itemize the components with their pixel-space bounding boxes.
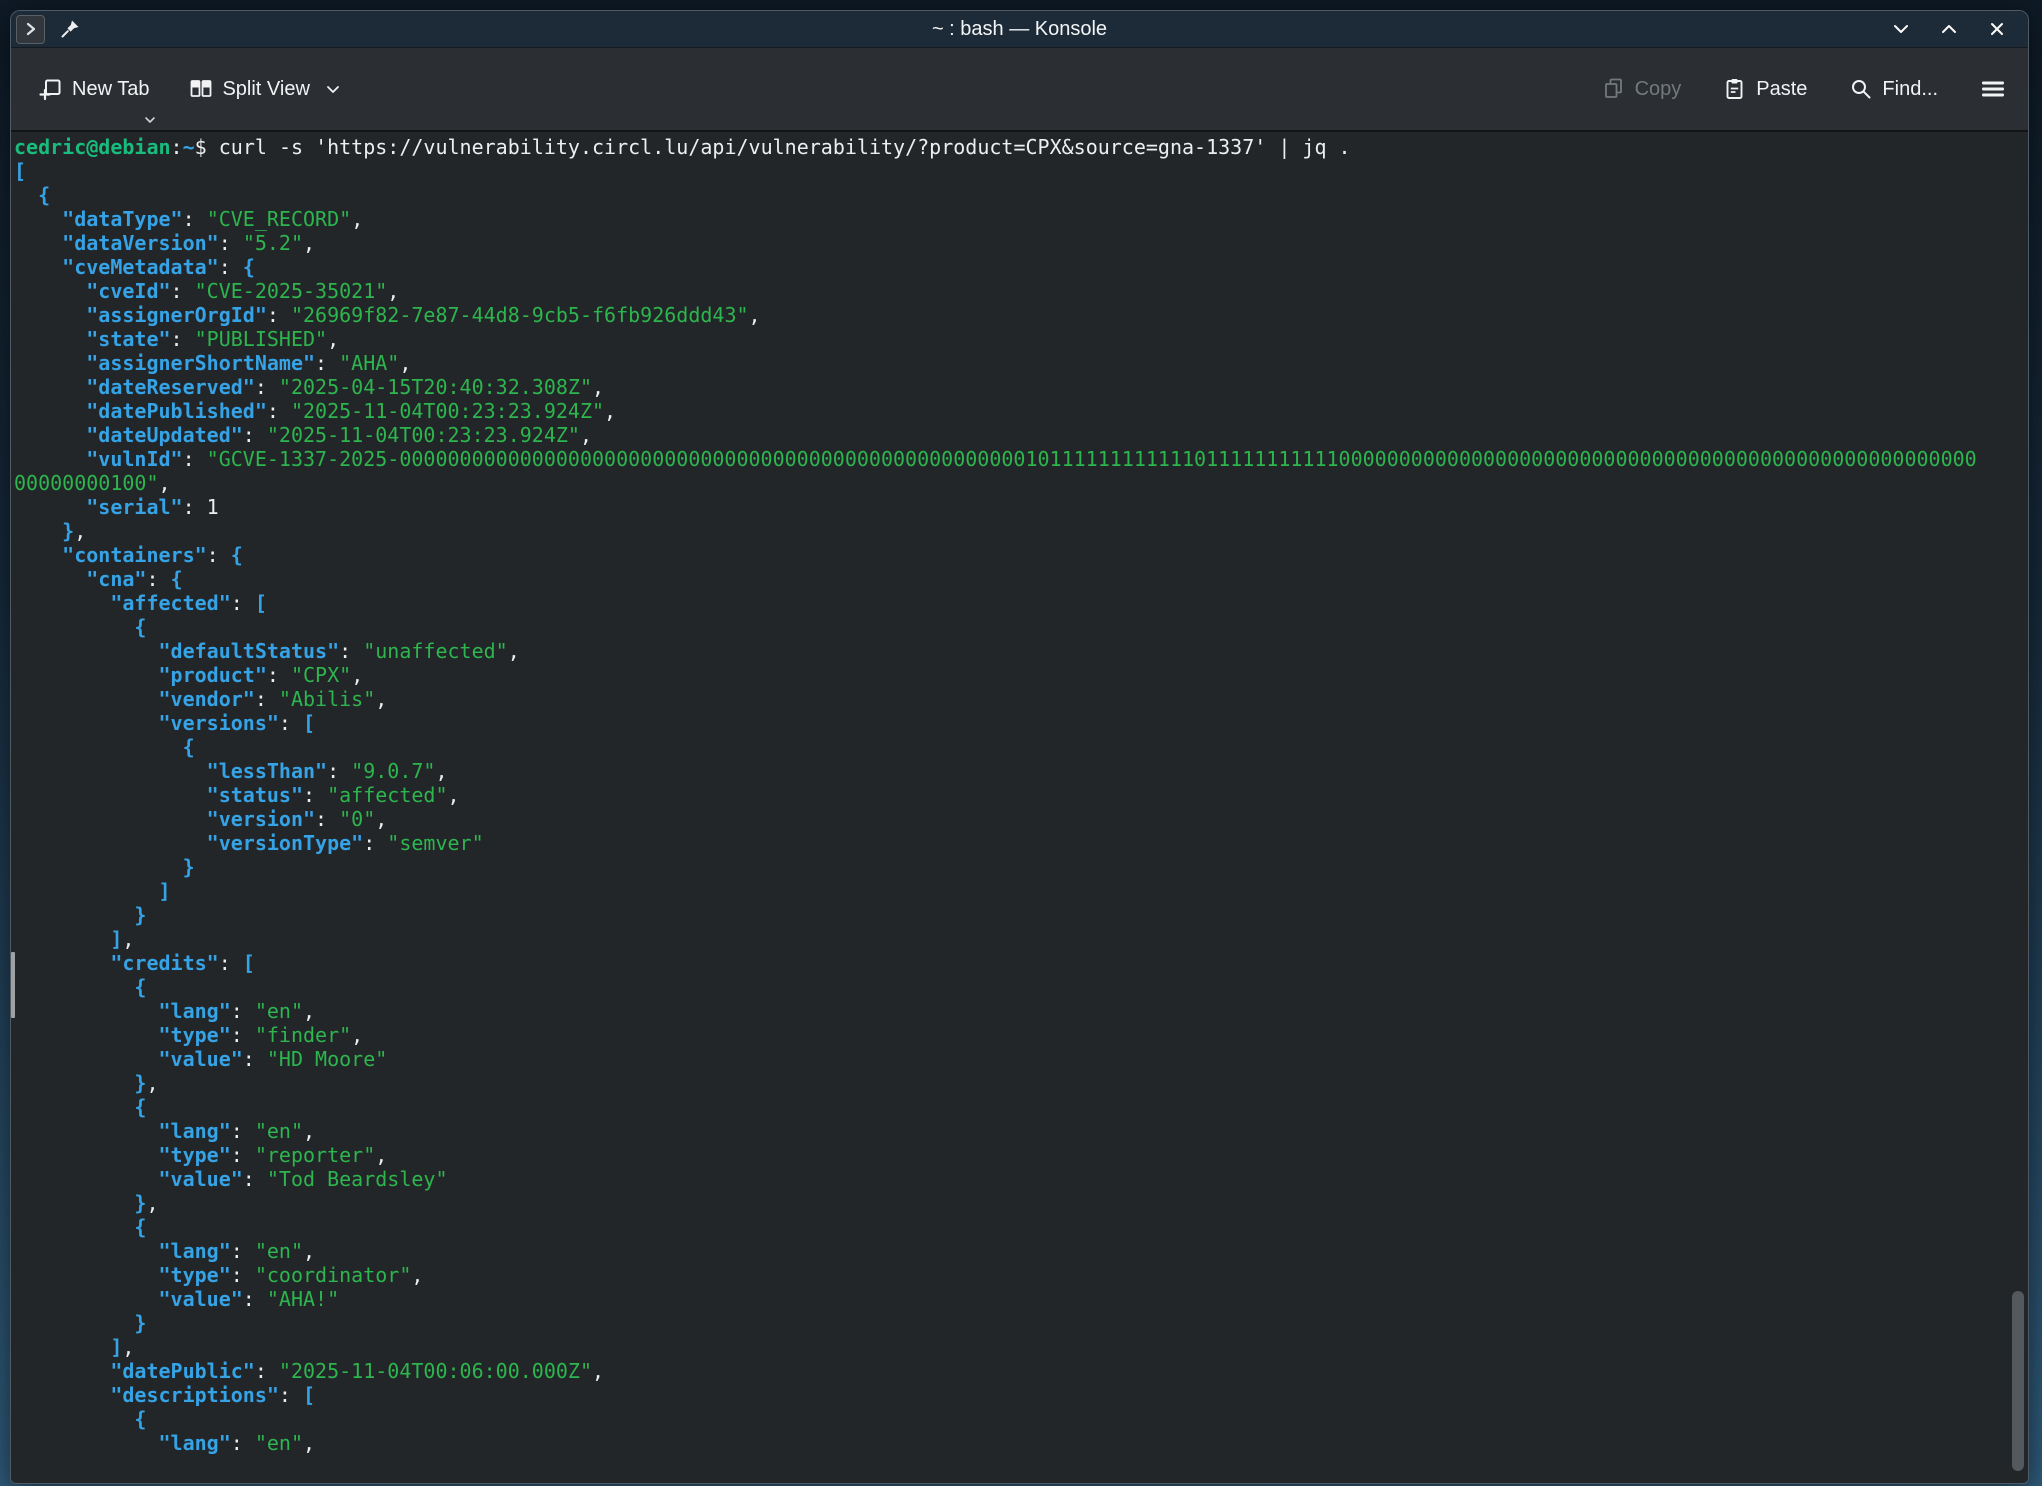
split-view-dropdown-chevron-icon: [325, 81, 341, 97]
terminal-area: cedric@debian:~$ curl -s 'https://vulner…: [11, 132, 2028, 1483]
split-view-icon: [189, 77, 213, 101]
search-icon: [1849, 77, 1873, 101]
prompt-user: cedric@debian: [14, 135, 171, 159]
terminal-output[interactable]: cedric@debian:~$ curl -s 'https://vulner…: [11, 132, 1982, 1455]
prompt-cwd: ~: [183, 135, 195, 159]
hamburger-icon: [1980, 77, 2006, 101]
split-view-label: Split View: [222, 78, 309, 101]
app-menu-button[interactable]: [16, 15, 45, 44]
copy-label: Copy: [1635, 78, 1682, 101]
paste-icon: [1723, 77, 1747, 101]
pushpin-icon: [59, 18, 81, 40]
minimize-button[interactable]: [1890, 18, 1912, 40]
chevron-up-icon: [1939, 19, 1959, 39]
find-button[interactable]: Find...: [1843, 69, 1944, 109]
prompt-separator: :: [171, 135, 183, 159]
chevron-down-icon: [1891, 19, 1911, 39]
command-text: curl -s 'https://vulnerability.circl.lu/…: [219, 135, 1351, 159]
konsole-window: ~ : bash — Konsole: [10, 10, 2029, 1484]
main-toolbar: New Tab Split View: [11, 48, 2028, 132]
left-edge-highlight-marker: [11, 952, 15, 1018]
split-view-button[interactable]: Split View: [183, 69, 346, 109]
new-tab-button[interactable]: New Tab: [33, 69, 155, 109]
maximize-button[interactable]: [1938, 18, 1960, 40]
close-icon: [1987, 19, 2007, 39]
new-tab-dropdown-chevron-icon[interactable]: [143, 114, 157, 126]
prompt-symbol: $: [195, 135, 219, 159]
close-button[interactable]: [1986, 18, 2008, 40]
new-tab-icon: [39, 77, 63, 101]
titlebar: ~ : bash — Konsole: [11, 11, 2028, 48]
paste-button[interactable]: Paste: [1717, 69, 1813, 109]
window-title: ~ : bash — Konsole: [11, 11, 2028, 47]
new-tab-label: New Tab: [72, 78, 149, 101]
toolbar-left-group: New Tab Split View: [11, 69, 347, 109]
terminal-prompt-icon: [22, 20, 40, 38]
window-controls: [1890, 18, 2028, 40]
find-label: Find...: [1882, 78, 1938, 101]
pin-button[interactable]: [57, 16, 83, 42]
copy-button[interactable]: Copy: [1596, 69, 1688, 109]
paste-label: Paste: [1756, 78, 1807, 101]
copy-icon: [1602, 77, 1626, 101]
toolbar-right-group: Copy Paste: [1596, 69, 2028, 109]
scrollbar-handle[interactable]: [2012, 1291, 2024, 1471]
hamburger-menu-button[interactable]: [1974, 69, 2012, 109]
